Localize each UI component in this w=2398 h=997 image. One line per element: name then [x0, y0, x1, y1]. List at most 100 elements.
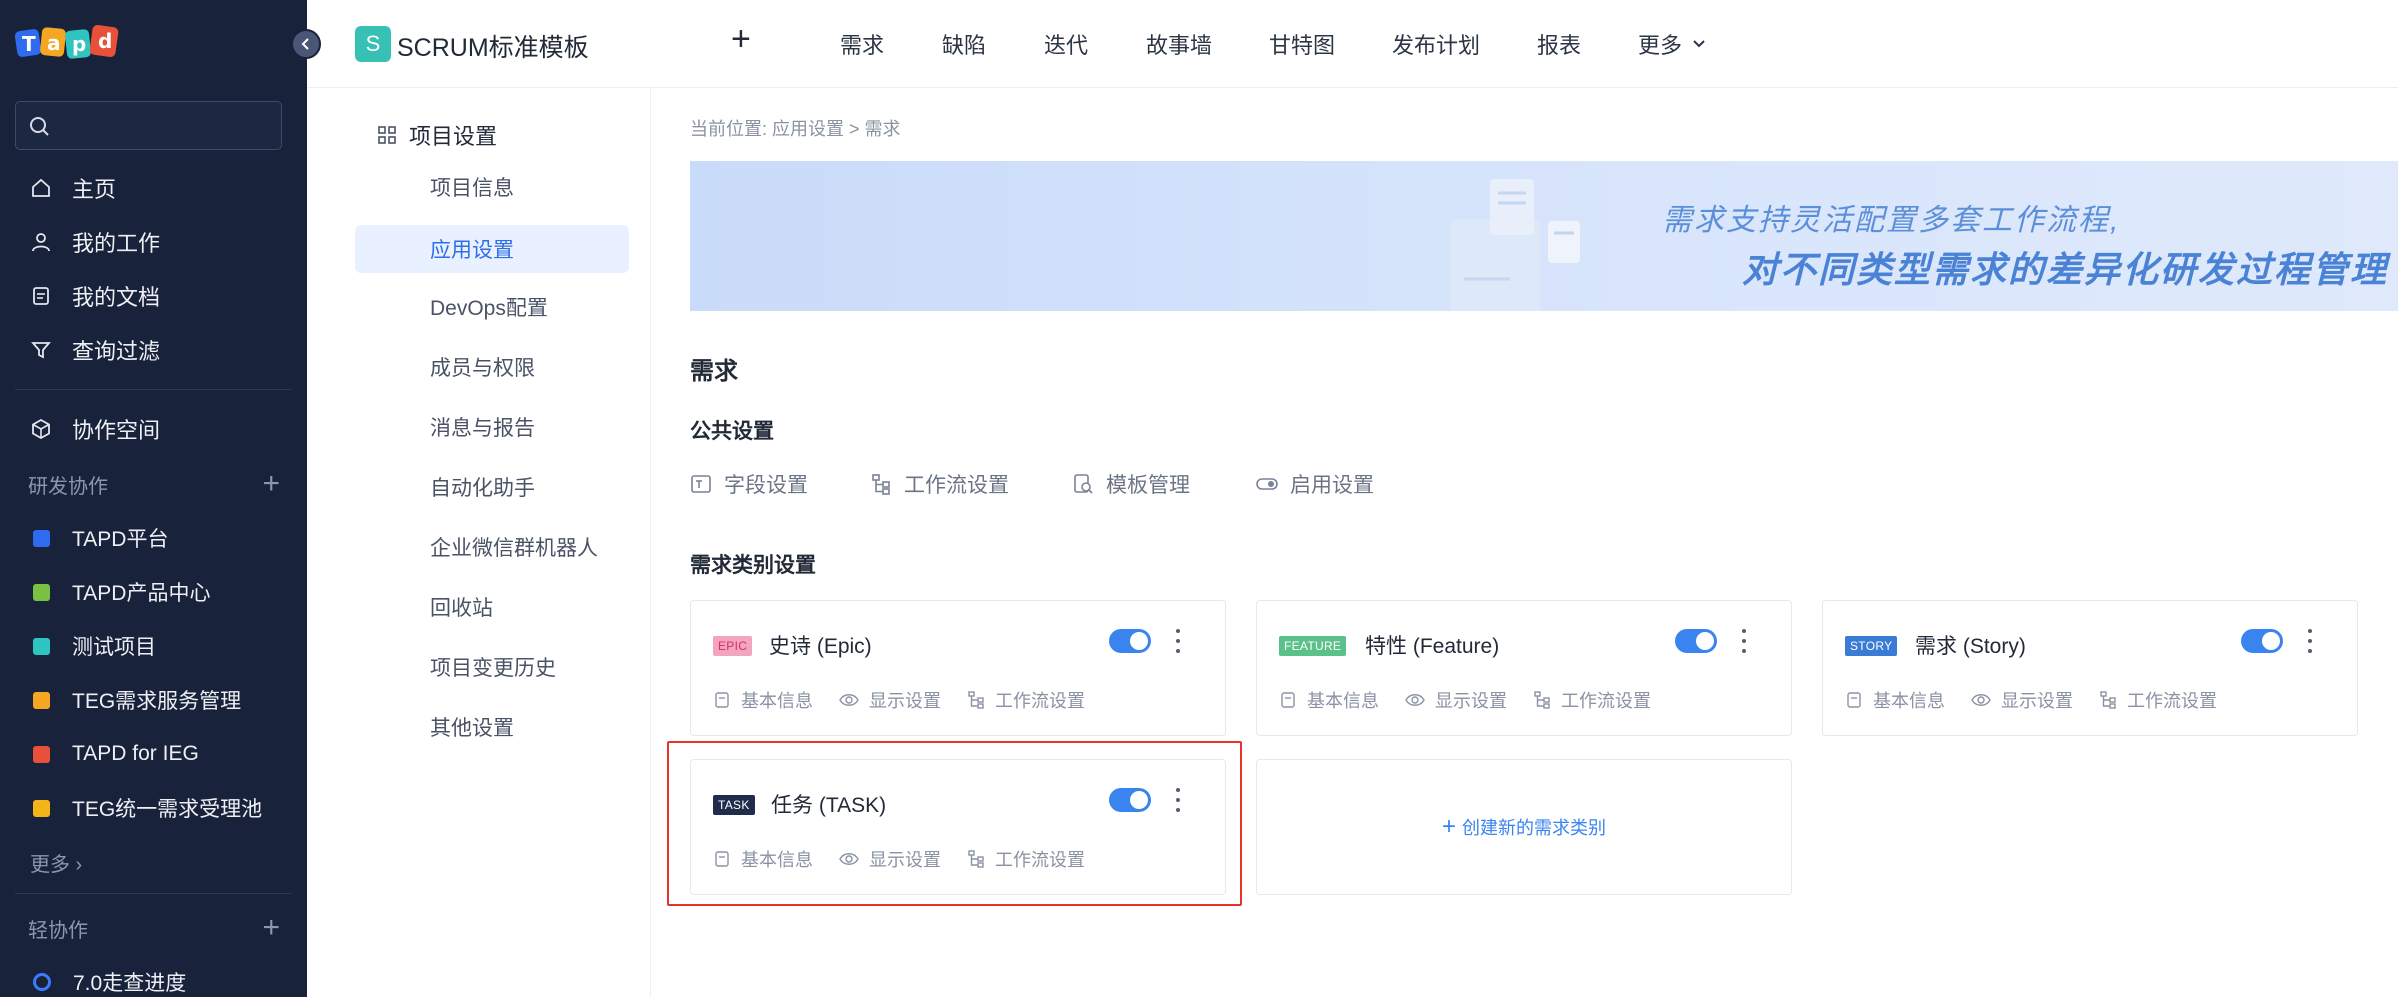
nav-label: 我的文档	[72, 285, 161, 310]
more-options-icon[interactable]	[1173, 627, 1183, 655]
subnav-item-members[interactable]: 成员与权限	[355, 343, 629, 391]
subnav-item-app-settings[interactable]: 应用设置	[355, 225, 629, 273]
project-item[interactable]: TEG统一需求受理池	[0, 786, 307, 830]
subnav-item-recycle-bin[interactable]: 回收站	[355, 583, 629, 631]
display-settings-link[interactable]: 显示设置	[1971, 687, 2073, 713]
basic-info-link[interactable]: 基本信息	[713, 846, 813, 872]
project-color-dot	[33, 799, 50, 817]
tab-more[interactable]: 更多	[1638, 28, 1706, 60]
basic-info-link[interactable]: 基本信息	[1845, 687, 1945, 713]
field-settings-link[interactable]: 字段设置	[690, 469, 808, 499]
workflow-settings-link[interactable]: 工作流设置	[967, 846, 1085, 872]
nav-my-docs[interactable]: 我的文档	[0, 274, 307, 318]
left-sidebar: T a p d 主页 我的工作 我的文档 查询过滤 协作空间 研发协作 + TA…	[0, 0, 307, 997]
category-settings-title: 需求类别设置	[690, 554, 816, 577]
link-label: 工作流设置	[995, 850, 1085, 870]
tab-reports[interactable]: 报表	[1537, 28, 1581, 60]
eye-icon	[839, 694, 859, 706]
workflow-settings-link[interactable]: 工作流设置	[967, 687, 1085, 713]
project-item[interactable]: TAPD平台	[0, 516, 307, 560]
project-label: TEG统一需求受理池	[72, 798, 263, 821]
rd-section-header: 研发协作 +	[28, 467, 280, 501]
document-icon	[715, 692, 729, 708]
link-label: 基本信息	[741, 850, 813, 870]
enable-settings-link[interactable]: 启用设置	[1256, 469, 1374, 499]
subnav-item-project-info[interactable]: 项目信息	[355, 163, 629, 211]
add-project-icon[interactable]: +	[262, 469, 280, 499]
breadcrumb: 当前位置: 应用设置 > 需求	[690, 119, 901, 139]
category-card-epic: EPIC 史诗 (Epic) 基本信息 显示设置 工作流设置	[690, 600, 1226, 736]
subnav-item-automation[interactable]: 自动化助手	[355, 463, 629, 511]
tab-requirements[interactable]: 需求	[840, 28, 884, 60]
workflow-settings-link[interactable]: 工作流设置	[1533, 687, 1651, 713]
project-avatar[interactable]: S	[355, 26, 391, 62]
display-settings-link[interactable]: 显示设置	[1405, 687, 1507, 713]
sidebar-divider	[15, 389, 292, 390]
category-name: 特性 (Feature)	[1365, 635, 1500, 658]
create-category-button[interactable]: + 创建新的需求类别	[1256, 759, 1792, 895]
enable-toggle[interactable]	[1109, 788, 1151, 812]
add-button[interactable]: +	[731, 20, 751, 59]
project-color-dot	[33, 637, 50, 655]
enable-toggle[interactable]	[1109, 629, 1151, 653]
project-item[interactable]: TAPD产品中心	[0, 570, 307, 614]
tab-story-wall[interactable]: 故事墙	[1146, 28, 1212, 60]
display-settings-link[interactable]: 显示设置	[839, 687, 941, 713]
svg-text:T: T	[22, 32, 36, 56]
tab-gantt[interactable]: 甘特图	[1269, 28, 1335, 60]
nav-workspace[interactable]: 协作空间	[0, 407, 307, 451]
collapse-sidebar-button[interactable]	[291, 29, 321, 59]
category-name: 史诗 (Epic)	[769, 635, 872, 658]
enable-toggle[interactable]	[1675, 629, 1717, 653]
top-bar: S SCRUM标准模板 + 需求 缺陷 迭代 故事墙 甘特图 发布计划 报表 更…	[307, 0, 2398, 88]
link-label: 基本信息	[741, 691, 813, 711]
subnav-item-other[interactable]: 其他设置	[355, 703, 629, 751]
light-item-label: 7.0走查进度	[73, 972, 187, 995]
document-icon	[1281, 692, 1295, 708]
basic-info-link[interactable]: 基本信息	[713, 687, 813, 713]
project-item[interactable]: TAPD for IEG	[0, 732, 307, 776]
subnav-item-devops[interactable]: DevOps配置	[355, 283, 629, 331]
light-item[interactable]: 7.0走查进度	[0, 960, 307, 997]
workflow-settings-link[interactable]: 工作流设置	[870, 469, 1009, 499]
sidebar-divider	[15, 893, 292, 894]
enable-toggle[interactable]	[2241, 629, 2283, 653]
settings-subnav: 项目设置 项目信息 应用设置 DevOps配置 成员与权限 消息与报告 自动化助…	[307, 89, 651, 997]
nav-home[interactable]: 主页	[0, 166, 307, 210]
subnav-item-wecom-bot[interactable]: 企业微信群机器人	[355, 523, 629, 571]
filter-icon	[28, 337, 54, 363]
project-name[interactable]: SCRUM标准模板	[397, 28, 589, 64]
tab-bugs[interactable]: 缺陷	[942, 28, 986, 60]
eye-icon	[1405, 694, 1425, 706]
project-item[interactable]: 测试项目	[0, 624, 307, 668]
search-input[interactable]	[15, 101, 282, 150]
basic-info-link[interactable]: 基本信息	[1279, 687, 1379, 713]
project-label: TEG需求服务管理	[72, 690, 242, 713]
link-label: 显示设置	[2001, 691, 2073, 711]
cube-icon	[28, 416, 54, 442]
tapd-logo[interactable]: T a p d	[14, 20, 124, 68]
public-settings-title: 公共设置	[690, 420, 774, 443]
display-settings-link[interactable]: 显示设置	[839, 846, 941, 872]
svg-text:a: a	[47, 31, 61, 55]
project-item[interactable]: TEG需求服务管理	[0, 678, 307, 722]
circle-icon	[33, 973, 51, 991]
category-card-feature: FEATURE 特性 (Feature) 基本信息 显示设置 工作流设置	[1256, 600, 1792, 736]
link-label: 显示设置	[1435, 691, 1507, 711]
tab-release-plan[interactable]: 发布计划	[1392, 28, 1480, 60]
workflow-settings-link[interactable]: 工作流设置	[2099, 687, 2217, 713]
more-options-icon[interactable]	[2305, 627, 2315, 655]
more-projects-link[interactable]: 更多 ›	[30, 848, 82, 877]
nav-query-filter[interactable]: 查询过滤	[0, 328, 307, 372]
subnav-item-change-history[interactable]: 项目变更历史	[355, 643, 629, 691]
tab-iterations[interactable]: 迭代	[1044, 28, 1088, 60]
more-options-icon[interactable]	[1739, 627, 1749, 655]
template-management-link[interactable]: 模板管理	[1072, 469, 1190, 499]
nav-my-work[interactable]: 我的工作	[0, 220, 307, 264]
link-label: 模板管理	[1106, 474, 1190, 497]
add-light-item-icon[interactable]: +	[262, 913, 280, 943]
subnav-item-messages[interactable]: 消息与报告	[355, 403, 629, 451]
nav-label: 主页	[72, 177, 117, 202]
more-options-icon[interactable]	[1173, 786, 1183, 814]
nav-label: 查询过滤	[72, 339, 161, 364]
